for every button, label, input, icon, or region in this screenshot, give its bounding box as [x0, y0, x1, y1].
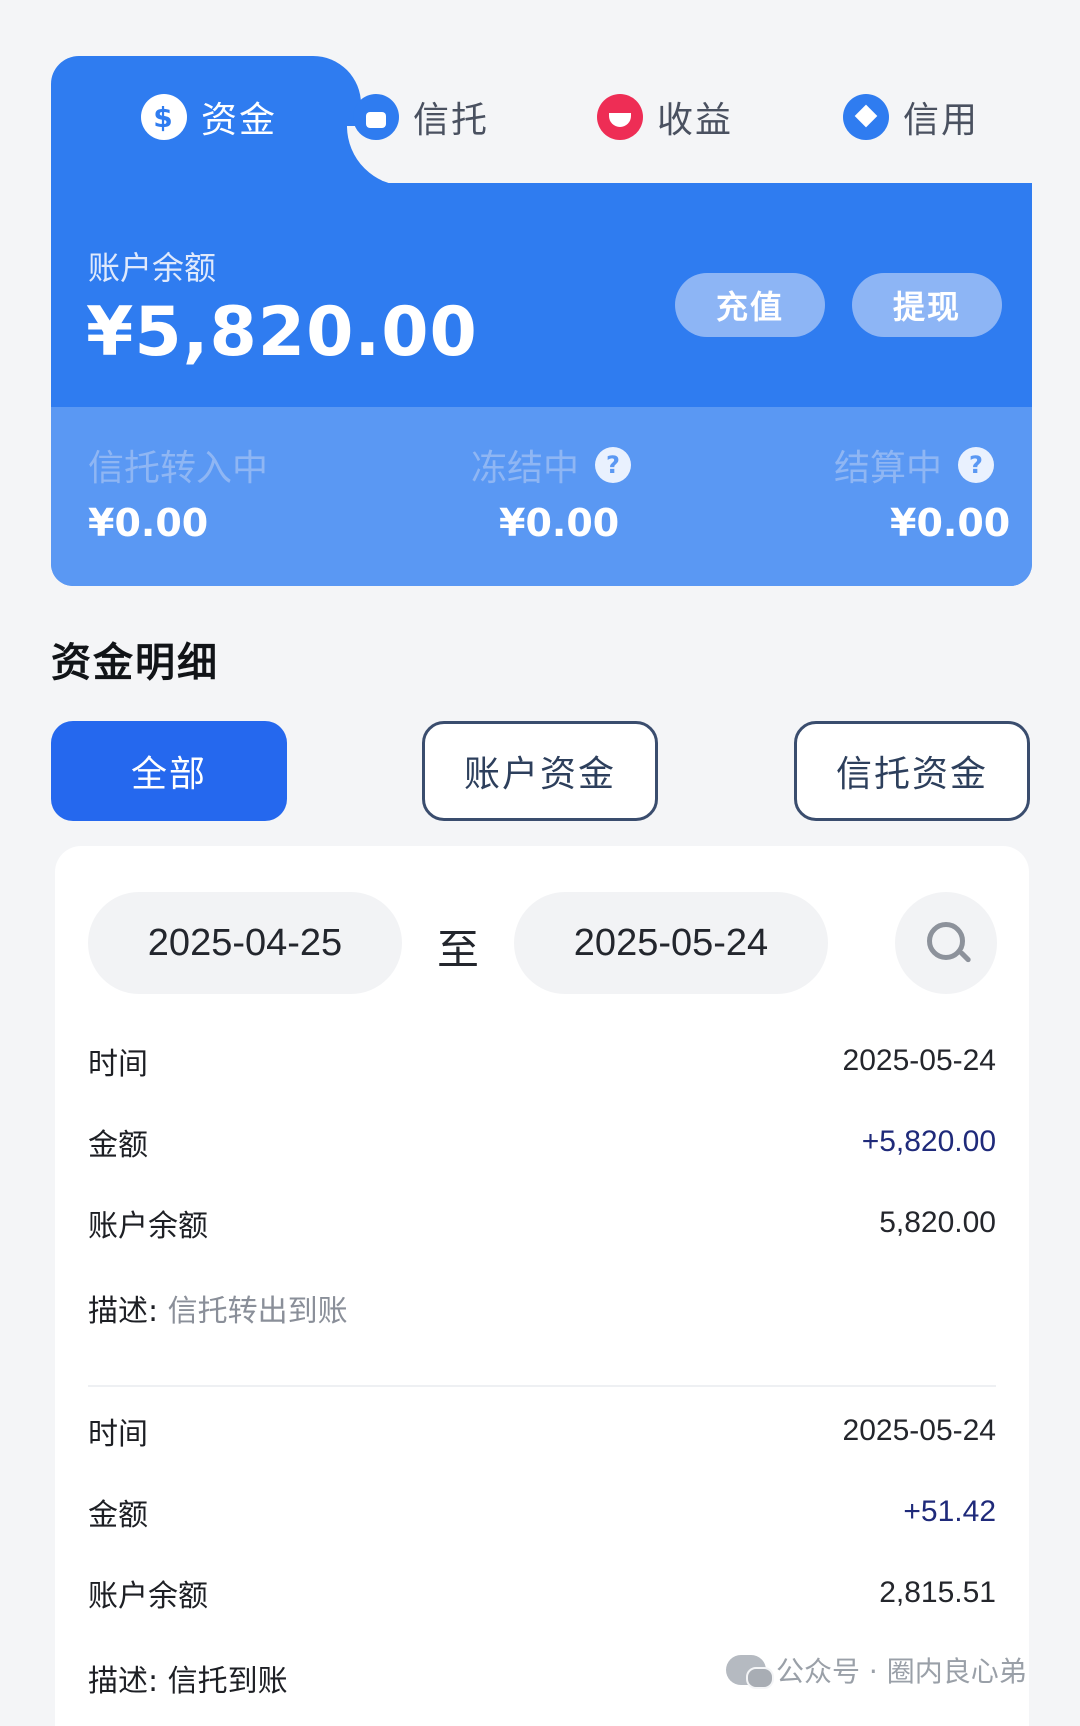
detail-panel: 2025-04-25 至 2025-05-24 时间 2025-05-24 金额…: [55, 846, 1029, 1726]
field-label: 账户余额: [88, 1209, 208, 1244]
wechat-icon: [726, 1655, 774, 1689]
filter-account-funds[interactable]: 账户资金: [422, 721, 658, 821]
record-time-row: 时间 2025-05-24: [88, 1406, 996, 1456]
record-time: 2025-05-24: [842, 1044, 996, 1077]
field-label: 金额: [88, 1128, 148, 1163]
record-description: 描述: 信托到账: [88, 1656, 288, 1700]
filter-all[interactable]: 全部: [51, 721, 287, 821]
tab-label: 资金: [201, 100, 278, 141]
record-description: 描述: 信托转出到账: [88, 1286, 348, 1330]
stat-value: ¥0.00: [88, 501, 209, 545]
field-label: 时间: [88, 1047, 148, 1082]
record-time-row: 时间 2025-05-24: [88, 1036, 996, 1086]
watermark-text: 公众号 · 圈内良心弟: [776, 1655, 1027, 1688]
stat-trust-in: 信托转入中 ¥0.00: [88, 439, 268, 545]
description-text: 信托到账: [167, 1664, 288, 1699]
balance-stats: 信托转入中 ¥0.00 冻结中 ? ¥0.00 结算中 ? ¥0.00: [51, 407, 1032, 586]
help-icon[interactable]: ?: [958, 447, 995, 483]
date-to-picker[interactable]: 2025-05-24: [514, 892, 828, 994]
record-balance-row: 账户余额 5,820.00: [88, 1198, 996, 1248]
filter-trust-funds[interactable]: 信托资金: [794, 721, 1030, 821]
field-label: 金额: [88, 1498, 148, 1533]
bag-icon: [353, 94, 399, 140]
heart-icon: [843, 94, 889, 140]
watermark: 公众号 · 圈内良心弟: [726, 1650, 1027, 1690]
record-time: 2025-05-24: [842, 1414, 996, 1447]
account-tabs: $ 资金 信托 收益 信用: [51, 56, 1032, 186]
stat-value: ¥0.00: [499, 501, 620, 545]
dollar-icon: $: [141, 94, 187, 140]
tab-credit[interactable]: 信用: [843, 86, 979, 148]
smile-icon: [597, 94, 643, 140]
field-label: 时间: [88, 1417, 148, 1452]
field-label: 描述:: [88, 1664, 159, 1699]
tab-label: 信用: [903, 100, 980, 141]
balance-card: 账户余额 ¥5,820.00 充值 提现 信托转入中 ¥0.00 冻结中 ? ¥…: [51, 183, 1032, 586]
record-amount-row: 金额 +5,820.00: [88, 1117, 996, 1167]
balance-label: 账户余额: [88, 249, 217, 287]
date-from-picker[interactable]: 2025-04-25: [88, 892, 402, 994]
tab-label: 信托: [413, 100, 490, 141]
balance-card-top: 账户余额 ¥5,820.00 充值 提现: [51, 183, 1032, 407]
record-balance-row: 账户余额 2,815.51: [88, 1568, 996, 1618]
record-amount: +5,820.00: [861, 1125, 996, 1158]
date-separator: 至: [437, 925, 480, 974]
stat-settling: 结算中 ? ¥0.00: [834, 439, 1010, 545]
help-icon[interactable]: ?: [595, 447, 632, 483]
stat-label: 冻结中: [471, 448, 580, 489]
tab-label: 收益: [657, 100, 734, 141]
field-label: 描述:: [88, 1294, 159, 1329]
description-text: 信托转出到账: [167, 1294, 348, 1329]
recharge-button[interactable]: 充值: [675, 273, 825, 337]
stat-label: 信托转入中: [88, 448, 269, 489]
stat-label: 结算中: [834, 448, 943, 489]
record-amount-row: 金额 +51.42: [88, 1487, 996, 1537]
tab-funds[interactable]: $ 资金: [141, 86, 277, 148]
section-title: 资金明细: [51, 640, 219, 686]
field-label: 账户余额: [88, 1579, 208, 1614]
divider: [88, 1385, 996, 1387]
withdraw-button[interactable]: 提现: [852, 273, 1002, 337]
tab-trust[interactable]: 信托: [353, 86, 489, 148]
record-amount: +51.42: [903, 1495, 996, 1528]
tab-earnings[interactable]: 收益: [597, 86, 733, 148]
record-balance: 5,820.00: [879, 1206, 996, 1239]
record-balance: 2,815.51: [879, 1576, 996, 1609]
balance-value: ¥5,820.00: [86, 293, 478, 372]
stat-frozen: 冻结中 ? ¥0.00: [471, 439, 632, 545]
search-button[interactable]: [895, 892, 997, 994]
stat-value: ¥0.00: [890, 501, 1011, 545]
